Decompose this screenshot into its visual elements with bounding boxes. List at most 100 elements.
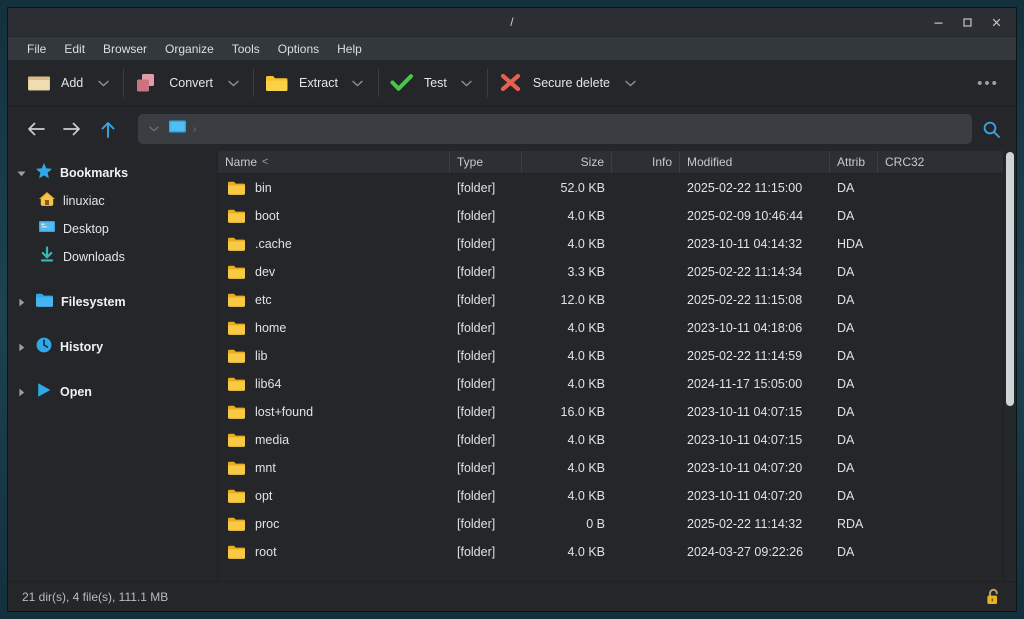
twisty-collapsed-icon[interactable] bbox=[14, 388, 28, 397]
add-button-label: Add bbox=[61, 76, 84, 90]
add-button[interactable]: Add bbox=[22, 66, 89, 100]
convert-squares-icon bbox=[137, 74, 155, 92]
unlocked-padlock-icon bbox=[987, 588, 998, 604]
column-header-info[interactable]: Info bbox=[612, 151, 680, 173]
file-name-label: opt bbox=[255, 489, 273, 503]
menu-tools[interactable]: Tools bbox=[223, 39, 269, 59]
table-row[interactable]: boot [folder] 4.0 KB 2025-02-09 10:46:44 DA bbox=[218, 202, 1016, 230]
test-button[interactable]: Test bbox=[385, 66, 453, 100]
sidebar-item-downloads[interactable]: Downloads bbox=[8, 243, 217, 271]
table-row[interactable]: root [folder] 4.0 KB 2024-03-27 09:22:26 DA bbox=[218, 538, 1016, 566]
sidebar-item-linuxiac[interactable]: linuxiac bbox=[8, 187, 217, 215]
extract-button[interactable]: Extract bbox=[260, 66, 344, 100]
twisty-collapsed-icon[interactable] bbox=[14, 298, 28, 307]
convert-button[interactable]: Convert bbox=[130, 66, 219, 100]
forward-button[interactable] bbox=[56, 114, 88, 144]
toolbar-group-add: Add bbox=[22, 65, 117, 101]
folder-icon bbox=[228, 181, 245, 195]
table-row[interactable]: lost+found [folder] 16.0 KB 2023-10-11 04:0… bbox=[218, 398, 1016, 426]
title-bar[interactable]: / bbox=[8, 8, 1016, 37]
table-row[interactable]: etc [folder] 12.0 KB 2025-02-22 11:15:08 DA bbox=[218, 286, 1016, 314]
table-row[interactable]: dev [folder] 3.3 KB 2025-02-22 11:14:34 DA bbox=[218, 258, 1016, 286]
convert-dropdown-button[interactable] bbox=[219, 66, 247, 100]
monitor-icon bbox=[38, 218, 56, 241]
file-modified-cell: 2025-02-22 11:15:00 bbox=[687, 181, 803, 195]
file-attrib-cell: DA bbox=[837, 545, 855, 559]
up-button[interactable] bbox=[92, 114, 124, 144]
sidebar-item-desktop[interactable]: Desktop bbox=[8, 215, 217, 243]
column-header-size[interactable]: Size bbox=[522, 151, 612, 173]
secure-delete-dropdown-button[interactable] bbox=[616, 66, 644, 100]
download-icon bbox=[38, 245, 56, 269]
folder-icon bbox=[228, 405, 245, 419]
menu-help[interactable]: Help bbox=[328, 39, 371, 59]
file-size-cell: 12.0 KB bbox=[560, 293, 605, 307]
menu-browser[interactable]: Browser bbox=[94, 39, 156, 59]
chevron-down-icon bbox=[624, 80, 636, 87]
star-icon bbox=[35, 162, 53, 185]
file-name-label: lib bbox=[255, 349, 268, 363]
twisty-expanded-icon[interactable] bbox=[14, 169, 28, 178]
column-header-attrib[interactable]: Attrib bbox=[830, 151, 878, 173]
table-row[interactable]: lib [folder] 4.0 KB 2025-02-22 11:14:59 DA bbox=[218, 342, 1016, 370]
file-modified-cell: 2025-02-22 11:14:34 bbox=[687, 265, 803, 279]
main-toolbar: Add Convert Extract Test Secure delete •… bbox=[8, 60, 1016, 107]
back-button[interactable] bbox=[20, 114, 52, 144]
chevron-down-icon bbox=[461, 80, 473, 87]
minimize-icon bbox=[934, 22, 943, 24]
column-header-type[interactable]: Type bbox=[450, 151, 522, 173]
file-name-cell: home bbox=[218, 320, 450, 336]
menu-edit[interactable]: Edit bbox=[55, 39, 94, 59]
menu-options[interactable]: Options bbox=[269, 39, 328, 59]
encryption-lock-button[interactable] bbox=[985, 588, 1006, 606]
close-button[interactable] bbox=[983, 12, 1010, 33]
search-button[interactable] bbox=[976, 114, 1006, 144]
file-size-cell: 4.0 KB bbox=[567, 349, 605, 363]
file-list-scrollbar[interactable] bbox=[1003, 151, 1016, 581]
table-row[interactable]: home [folder] 4.0 KB 2023-10-11 04:18:06 DA bbox=[218, 314, 1016, 342]
twisty-collapsed-icon[interactable] bbox=[14, 343, 28, 352]
window-controls bbox=[925, 12, 1016, 33]
file-manager-window: / File Edit Browser Organize Tools Optio… bbox=[8, 8, 1016, 611]
path-computer-crumb[interactable] bbox=[168, 119, 187, 140]
minimize-button[interactable] bbox=[925, 12, 952, 33]
sidebar-item-filesystem[interactable]: Filesystem bbox=[8, 288, 217, 316]
table-row[interactable]: lib64 [folder] 4.0 KB 2024-11-17 15:05:00 DA bbox=[218, 370, 1016, 398]
menu-organize[interactable]: Organize bbox=[156, 39, 223, 59]
scrollbar-thumb[interactable] bbox=[1006, 152, 1014, 406]
clock-icon bbox=[35, 336, 53, 359]
table-row[interactable]: bin [folder] 52.0 KB 2025-02-22 11:15:00 DA bbox=[218, 174, 1016, 202]
table-row[interactable]: proc [folder] 0 B 2025-02-22 11:14:32 RDA bbox=[218, 510, 1016, 538]
file-modified-cell: 2023-10-11 04:18:06 bbox=[687, 321, 803, 335]
table-row[interactable]: .cache [folder] 4.0 KB 2023-10-11 04:14:32 H… bbox=[218, 230, 1016, 258]
toolbar-separator bbox=[253, 69, 255, 97]
menu-file[interactable]: File bbox=[18, 39, 55, 59]
table-row[interactable]: opt [folder] 4.0 KB 2023-10-11 04:07:20 DA bbox=[218, 482, 1016, 510]
file-type-cell: [folder] bbox=[457, 293, 496, 307]
file-modified-cell: 2023-10-11 04:14:32 bbox=[687, 237, 803, 251]
sidebar-item-history[interactable]: History bbox=[8, 333, 217, 361]
sidebar-item-label: History bbox=[60, 340, 104, 354]
file-name-label: lib64 bbox=[255, 377, 282, 391]
column-header-modified[interactable]: Modified bbox=[680, 151, 830, 173]
extract-dropdown-button[interactable] bbox=[344, 66, 372, 100]
sidebar-item-open[interactable]: Open bbox=[8, 378, 217, 406]
path-dropdown-button[interactable] bbox=[146, 126, 162, 132]
sidebar-item-bookmarks[interactable]: Bookmarks bbox=[8, 159, 217, 187]
file-name-cell: etc bbox=[218, 292, 450, 308]
table-row[interactable]: mnt [folder] 4.0 KB 2023-10-11 04:07:20 DA bbox=[218, 454, 1016, 482]
sidebar-tree: Bookmarks linuxiac Desktop Downloads Fil… bbox=[8, 151, 218, 581]
sidebar-item-label: Desktop bbox=[63, 222, 109, 236]
maximize-button[interactable] bbox=[954, 12, 981, 33]
folder-icon bbox=[228, 377, 245, 391]
secure-delete-button[interactable]: Secure delete bbox=[494, 66, 616, 100]
file-type-cell: [folder] bbox=[457, 237, 496, 251]
toolbar-overflow-button[interactable]: ••• bbox=[972, 68, 1006, 98]
column-header-name[interactable]: Name < bbox=[218, 151, 450, 173]
path-breadcrumb-bar[interactable]: › bbox=[138, 114, 972, 144]
table-row[interactable]: media [folder] 4.0 KB 2023-10-11 04:07:15 DA bbox=[218, 426, 1016, 454]
test-dropdown-button[interactable] bbox=[453, 66, 481, 100]
file-name-label: bin bbox=[255, 181, 272, 195]
add-dropdown-button[interactable] bbox=[89, 66, 117, 100]
